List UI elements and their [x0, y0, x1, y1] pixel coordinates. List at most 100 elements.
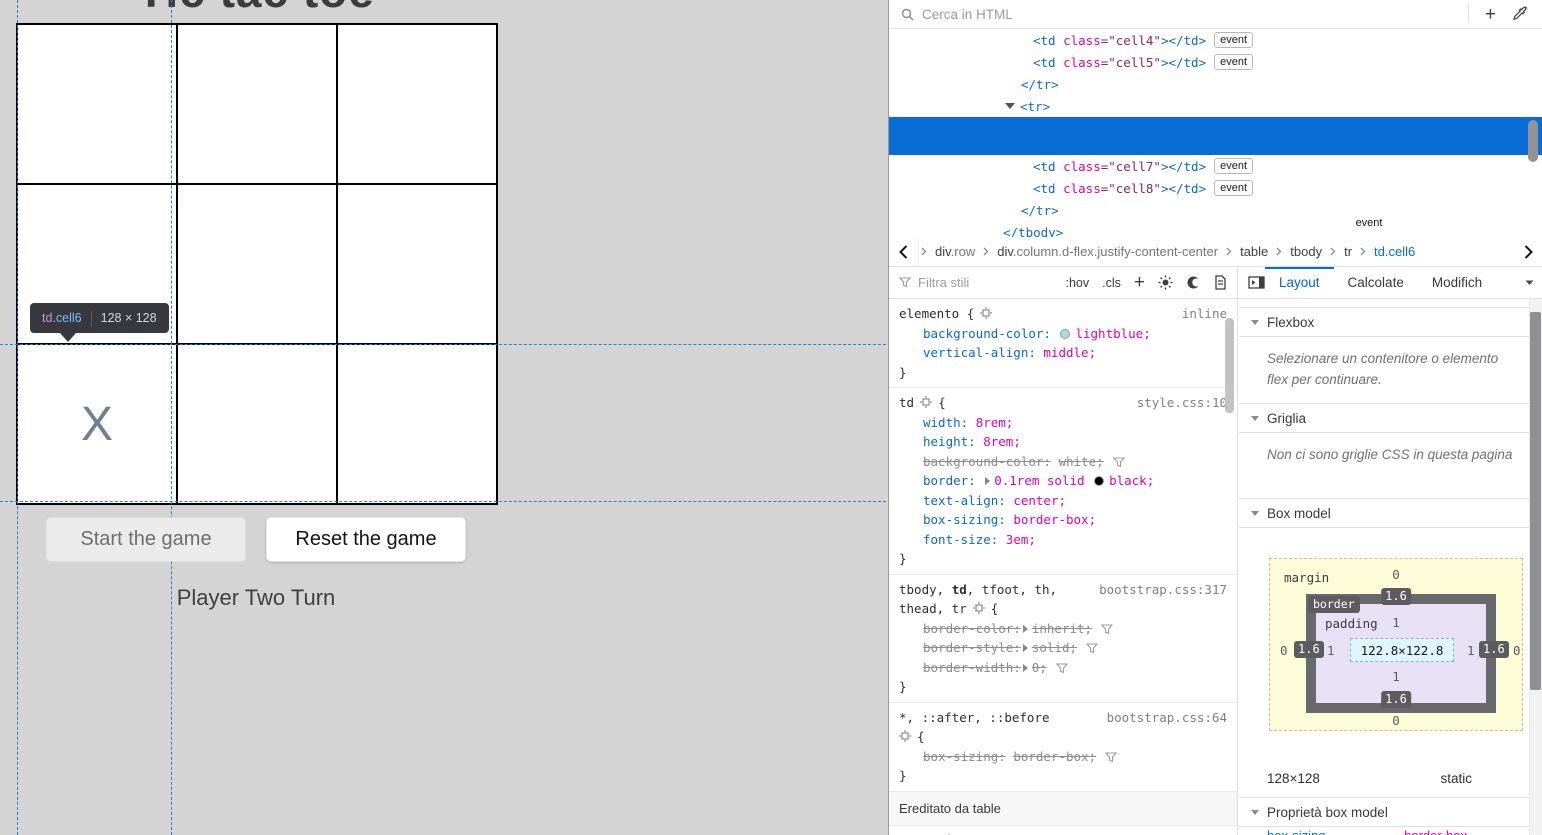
event-badge[interactable]: event	[1214, 32, 1253, 48]
rule-source-link[interactable]: bootstrap.css:317	[1099, 580, 1227, 600]
color-swatch-black[interactable]	[1094, 476, 1104, 486]
breadcrumb-item-div-column[interactable]: div.column.d-flex.justify-content-center	[991, 244, 1224, 259]
selector-target-icon[interactable]	[973, 602, 985, 614]
flexbox-hint-text: Selezionare un contenitore o elemento fl…	[1267, 348, 1517, 390]
border-left-value[interactable]: 1.6	[1294, 641, 1324, 658]
filter-styles-input[interactable]: Filtra stili	[899, 275, 1053, 290]
markup-line-cell7[interactable]: <td class="cell7"></td>event	[889, 155, 1542, 177]
padding-right-value[interactable]: 1	[1467, 643, 1475, 658]
search-placeholder: Cerca in HTML	[922, 7, 1013, 22]
page-title: Tic tac toe	[16, 0, 496, 18]
grid-section-header[interactable]: Griglia	[1239, 403, 1529, 433]
search-input[interactable]: Cerca in HTML	[889, 7, 1468, 22]
markup-line-cell4[interactable]: <td class="cell4"></td>event	[889, 29, 1542, 51]
boxmodel-section-header[interactable]: Box model	[1239, 498, 1529, 528]
overridden-filter-icon[interactable]	[1056, 663, 1068, 674]
flexbox-section-header[interactable]: Flexbox	[1239, 307, 1529, 337]
overridden-filter-icon[interactable]	[1101, 624, 1113, 635]
markup-line-cell8[interactable]: <td class="cell8"></td>event	[889, 177, 1542, 199]
board-cell-1[interactable]	[177, 24, 337, 184]
sidebar-tabs: Layout Calcolate Modifich	[1238, 267, 1542, 298]
content-box[interactable]: 122.8×122.8	[1350, 638, 1454, 662]
expand-shorthand-icon[interactable]	[985, 477, 990, 485]
rule-table-style-css: table{style.css:20	[889, 826, 1237, 835]
print-media-icon[interactable]	[1214, 275, 1227, 290]
light-theme-icon[interactable]	[1158, 275, 1173, 290]
add-node-button[interactable]: +	[1485, 5, 1496, 24]
infobar-dimensions: 128 × 128	[101, 311, 157, 325]
boxmodel-properties-header[interactable]: Proprietà box model	[1239, 797, 1529, 827]
padding-bottom-value[interactable]: 1	[1270, 669, 1522, 684]
layout-scrollbar-track[interactable]	[1529, 299, 1542, 835]
overridden-filter-icon[interactable]	[1086, 643, 1098, 654]
reset-game-button[interactable]: Reset the game	[266, 517, 466, 562]
rule-source-link[interactable]: style.css:20	[1137, 831, 1227, 835]
event-badge[interactable]: event	[1214, 158, 1253, 174]
padding-left-value[interactable]: 1	[1327, 643, 1335, 658]
breadcrumb-item-td-cell6-selected[interactable]: td.cell6	[1368, 244, 1421, 259]
breadcrumb-item-table[interactable]: table	[1234, 244, 1274, 259]
element-dimensions: 128×128	[1267, 771, 1320, 786]
start-game-button[interactable]: Start the game	[46, 517, 246, 562]
tab-computed[interactable]: Calcolate	[1334, 267, 1418, 298]
rule-source-link[interactable]: inline	[1182, 304, 1227, 324]
add-rule-button[interactable]: +	[1134, 273, 1145, 292]
inspector-toolbar-actions: +	[1468, 5, 1542, 24]
event-badge[interactable]: event	[1214, 180, 1253, 196]
rule-source-link[interactable]: style.css:10	[1137, 393, 1227, 413]
board-cell-8[interactable]	[337, 344, 497, 504]
tab-layout[interactable]: Layout	[1265, 267, 1334, 298]
expander-icon[interactable]	[1005, 103, 1015, 109]
selector-target-icon[interactable]	[920, 396, 932, 408]
class-toggle[interactable]: .cls	[1102, 276, 1121, 290]
color-swatch-lightblue[interactable]	[1060, 329, 1070, 339]
sidebar-toggle-icon[interactable]	[1248, 276, 1265, 289]
layout-scrollbar-thumb[interactable]	[1530, 312, 1541, 690]
markup-line-open-tr[interactable]: <tr>	[889, 95, 1542, 117]
selector-target-icon[interactable]	[899, 730, 911, 742]
breadcrumb-item-tr[interactable]: tr	[1338, 244, 1358, 259]
breadcrumb-back-button[interactable]	[889, 237, 919, 266]
box-model-diagram: margin 0 border 1.6 padding 1 0 1.6 1 12…	[1269, 558, 1523, 731]
rules-toolbar-left: Filtra stili :hov .cls +	[889, 267, 1238, 298]
markup-line-close-tr[interactable]: </tr>	[889, 73, 1542, 95]
expand-shorthand-icon[interactable]	[1023, 664, 1028, 672]
margin-top-value[interactable]: 0	[1270, 567, 1522, 582]
boxmodel-property-row[interactable]: box-sizing border-box	[1267, 828, 1467, 835]
board-cell-0[interactable]	[17, 24, 177, 184]
inspector-guide-vertical-left	[17, 0, 18, 835]
triangle-down-icon	[1251, 320, 1259, 325]
margin-right-value[interactable]: 0	[1513, 643, 1521, 658]
margin-left-value[interactable]: 0	[1280, 643, 1288, 658]
overridden-filter-icon[interactable]	[1113, 457, 1125, 468]
event-badge[interactable]: event	[1214, 54, 1253, 70]
expand-shorthand-icon[interactable]	[1023, 625, 1028, 633]
tab-changes[interactable]: Modifich	[1418, 267, 1496, 298]
breadcrumb-item-div-row[interactable]: div.row	[929, 244, 981, 259]
overridden-filter-icon[interactable]	[1105, 752, 1117, 763]
rule-source-link[interactable]: bootstrap.css:64	[1107, 708, 1227, 728]
border-bottom-value[interactable]: 1.6	[1381, 691, 1411, 708]
eyedropper-icon[interactable]	[1512, 6, 1528, 22]
markup-scrollbar[interactable]	[1528, 120, 1538, 162]
board-cell-7[interactable]	[177, 344, 337, 504]
breadcrumb-item-tbody[interactable]: tbody	[1284, 244, 1328, 259]
board-cell-2[interactable]	[337, 24, 497, 184]
markup-line-cell5[interactable]: <td class="cell5"></td>event	[889, 51, 1542, 73]
border-top-value[interactable]: 1.6	[1381, 588, 1411, 605]
selector-target-icon[interactable]	[980, 307, 992, 319]
rules-scrollbar[interactable]	[1225, 318, 1234, 413]
event-badge[interactable]: event	[1350, 215, 1389, 231]
breadcrumb-forward-button[interactable]	[1514, 245, 1542, 259]
expand-shorthand-icon[interactable]	[1023, 644, 1028, 652]
markup-line-cell6-selected[interactable]: <td class="cell6" style="background-colo…	[889, 117, 1542, 155]
tabs-overflow-dropdown[interactable]	[1525, 280, 1542, 286]
margin-bottom-value[interactable]: 0	[1270, 713, 1522, 728]
board-cell-6-highlighted[interactable]: X	[17, 344, 177, 504]
board-cell-5[interactable]	[337, 184, 497, 344]
padding-top-value[interactable]: 1	[1270, 615, 1522, 630]
border-right-value[interactable]: 1.6	[1479, 641, 1509, 658]
dark-theme-icon[interactable]	[1186, 275, 1201, 290]
pseudo-class-toggle[interactable]: :hov	[1066, 276, 1090, 290]
board-cell-4[interactable]	[177, 184, 337, 344]
